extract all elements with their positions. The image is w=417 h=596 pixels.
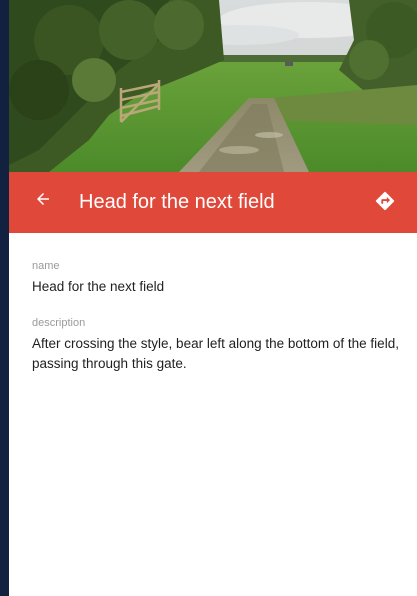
directions-button[interactable]	[371, 189, 399, 217]
detail-panel: Head for the next field name Head for th…	[9, 0, 417, 596]
name-field: name Head for the next field	[32, 260, 402, 297]
directions-icon	[374, 190, 396, 217]
arrow-left-icon	[34, 190, 52, 213]
details-content: name Head for the next field description…	[32, 260, 402, 394]
description-label: description	[32, 317, 86, 329]
description-field: description After crossing the style, be…	[32, 317, 402, 374]
app-bar: Head for the next field	[9, 172, 417, 233]
page-title: Head for the next field	[79, 191, 275, 213]
back-button[interactable]	[29, 187, 57, 215]
description-value: After crossing the style, bear left alon…	[32, 336, 399, 371]
sidebar-strip	[0, 0, 9, 596]
field-photo	[9, 0, 417, 172]
name-label: name	[32, 260, 60, 272]
name-value: Head for the next field	[32, 279, 165, 294]
